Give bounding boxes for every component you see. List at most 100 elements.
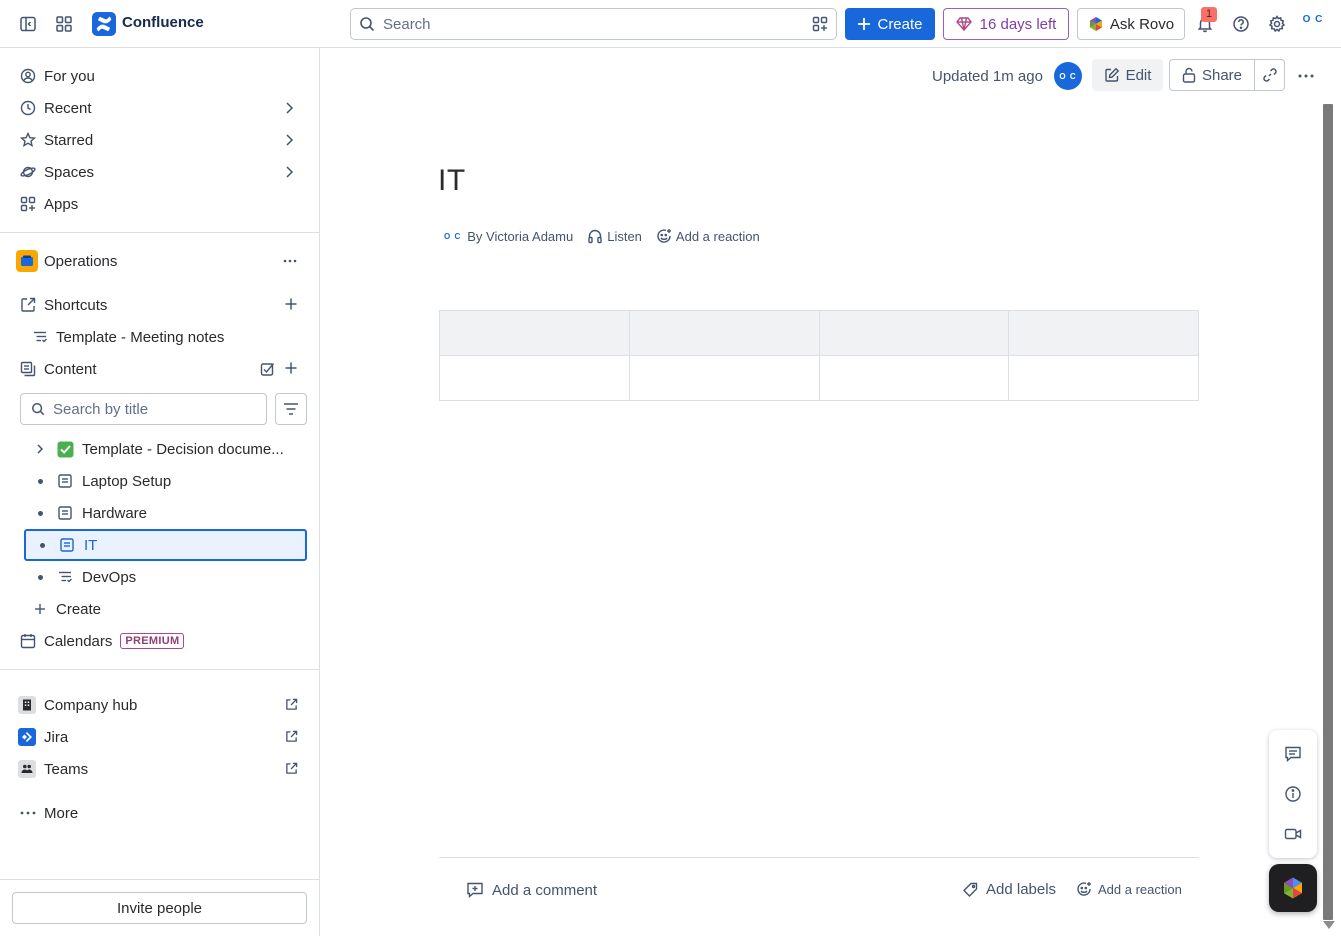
global-search-input[interactable]: Search bbox=[350, 8, 837, 40]
create-button[interactable]: Create bbox=[845, 8, 935, 40]
filter-icon bbox=[284, 403, 298, 415]
app-switcher-icon[interactable] bbox=[52, 12, 76, 36]
sidebar-app-teams[interactable]: Teams bbox=[12, 753, 308, 785]
chevron-right-icon[interactable] bbox=[282, 165, 296, 179]
footer-add-reaction-button[interactable]: Add a reaction bbox=[1076, 881, 1182, 897]
template-icon bbox=[32, 329, 48, 345]
content-table[interactable] bbox=[439, 310, 1199, 401]
author-avatar[interactable]: O C bbox=[444, 232, 461, 241]
sidebar-divider bbox=[0, 232, 319, 233]
table-header-cell[interactable] bbox=[439, 310, 630, 356]
people-icon bbox=[18, 760, 36, 778]
space-icon bbox=[16, 250, 38, 272]
more-horizontal-icon[interactable] bbox=[282, 253, 298, 269]
tree-item-hardware[interactable]: Hardware bbox=[24, 497, 307, 529]
sidebar-toggle-icon[interactable] bbox=[16, 12, 40, 36]
product-name[interactable]: Confluence bbox=[122, 14, 204, 31]
search-placeholder: Search bbox=[383, 15, 431, 33]
table-cell[interactable] bbox=[818, 355, 1010, 401]
invite-people-button[interactable]: Invite people bbox=[12, 892, 307, 924]
sidebar-item-for-you[interactable]: For you bbox=[12, 60, 308, 92]
tree-create-button[interactable]: Create bbox=[24, 593, 307, 625]
app-label: Teams bbox=[44, 760, 89, 778]
sidebar-item-starred[interactable]: Starred bbox=[12, 124, 308, 156]
user-avatar[interactable]: O C bbox=[1300, 14, 1326, 34]
sidebar-shortcuts[interactable]: Shortcuts bbox=[12, 289, 308, 321]
bullet-dot bbox=[24, 574, 56, 580]
space-operations[interactable]: Operations bbox=[12, 245, 308, 277]
sidebar-calendars[interactable]: Calendars PREMIUM bbox=[12, 625, 308, 657]
chevron-right-icon[interactable] bbox=[24, 443, 56, 455]
bullet-dot bbox=[24, 478, 56, 484]
confluence-logo-icon[interactable] bbox=[92, 12, 116, 36]
tree-item-devops[interactable]: DevOps bbox=[24, 561, 307, 593]
tree-item-it[interactable]: IT bbox=[24, 529, 307, 561]
building-icon bbox=[18, 696, 36, 714]
comments-icon[interactable] bbox=[1283, 744, 1303, 764]
table-header-cell[interactable] bbox=[818, 310, 1010, 356]
table-cell[interactable] bbox=[439, 355, 630, 401]
tag-icon bbox=[963, 882, 978, 897]
plus-icon bbox=[858, 18, 871, 30]
search-by-title-input[interactable]: Search by title bbox=[20, 393, 267, 425]
info-icon[interactable] bbox=[1283, 784, 1303, 804]
sidebar-more[interactable]: More bbox=[12, 797, 308, 829]
sidebar-item-apps[interactable]: Apps bbox=[12, 188, 308, 220]
page-title[interactable]: IT bbox=[438, 164, 466, 198]
add-reaction-icon bbox=[656, 228, 672, 244]
external-link-icon bbox=[285, 730, 298, 743]
search-filter-icon[interactable] bbox=[812, 16, 828, 32]
table-cell[interactable] bbox=[628, 355, 820, 401]
ask-rovo-button[interactable]: Ask Rovo bbox=[1077, 8, 1185, 40]
settings-gear-icon[interactable] bbox=[1265, 12, 1289, 36]
add-content-plus-icon[interactable] bbox=[284, 361, 298, 375]
sidebar-item-recent[interactable]: Recent bbox=[12, 92, 308, 124]
updated-timestamp: Updated 1m ago bbox=[932, 68, 1043, 85]
sidebar-app-company-hub[interactable]: Company hub bbox=[12, 689, 308, 721]
more-actions-icon[interactable] bbox=[1294, 64, 1318, 88]
tree-item-label: DevOps bbox=[82, 568, 137, 586]
share-button-label: Share bbox=[1201, 66, 1243, 84]
sidebar-app-jira[interactable]: Jira bbox=[12, 721, 308, 753]
add-shortcut-plus-icon[interactable] bbox=[284, 297, 298, 311]
listen-button[interactable]: Listen bbox=[607, 229, 642, 244]
add-comment-label: Add a comment bbox=[492, 881, 598, 899]
help-icon[interactable] bbox=[1229, 12, 1253, 36]
rovo-chat-button[interactable] bbox=[1269, 864, 1317, 912]
chevron-right-icon[interactable] bbox=[282, 133, 296, 147]
content-label: Content bbox=[44, 360, 97, 378]
scroll-down-arrow-icon[interactable] bbox=[1323, 920, 1335, 932]
ask-rovo-label: Ask Rovo bbox=[1109, 15, 1175, 33]
sidebar-item-spaces[interactable]: Spaces bbox=[12, 156, 308, 188]
copy-link-button[interactable] bbox=[1254, 59, 1285, 91]
shortcut-item-meeting-notes[interactable]: Template - Meeting notes bbox=[12, 321, 308, 353]
tree-item-laptop-setup[interactable]: Laptop Setup bbox=[24, 465, 307, 497]
bullet-dot bbox=[26, 542, 58, 548]
sidebar-item-label: For you bbox=[44, 67, 95, 85]
tree-item-label: Laptop Setup bbox=[82, 472, 172, 490]
add-comment-button[interactable]: Add a comment bbox=[466, 881, 597, 899]
page-icon bbox=[56, 504, 74, 522]
tree-item-decision-template[interactable]: Template - Decision docume... bbox=[24, 433, 307, 465]
app-label: Company hub bbox=[44, 696, 138, 714]
table-header-cell[interactable] bbox=[628, 310, 820, 356]
table-cell[interactable] bbox=[1008, 355, 1199, 401]
add-reaction-button[interactable]: Add a reaction bbox=[676, 229, 760, 244]
share-button[interactable]: Share bbox=[1169, 59, 1254, 91]
collaborator-avatar[interactable]: O C bbox=[1054, 62, 1082, 90]
tree-item-label: Template - Decision docume... bbox=[82, 440, 284, 458]
create-button-label: Create bbox=[877, 15, 923, 33]
table-header-cell[interactable] bbox=[1008, 310, 1199, 356]
create-whiteboard-icon[interactable] bbox=[260, 361, 276, 377]
edit-button[interactable]: Edit bbox=[1092, 59, 1163, 91]
author-name[interactable]: By Victoria Adamu bbox=[467, 229, 573, 244]
trial-button[interactable]: 16 days left bbox=[943, 8, 1069, 40]
filter-button[interactable] bbox=[275, 393, 307, 425]
video-icon[interactable] bbox=[1283, 824, 1303, 844]
shortcut-item-label: Template - Meeting notes bbox=[56, 328, 225, 346]
shortcuts-label: Shortcuts bbox=[44, 296, 108, 314]
add-labels-button[interactable]: Add labels bbox=[962, 881, 1056, 898]
chevron-right-icon[interactable] bbox=[282, 101, 296, 115]
page-scrollbar[interactable] bbox=[1323, 104, 1333, 920]
sidebar-content[interactable]: Content bbox=[12, 353, 308, 385]
